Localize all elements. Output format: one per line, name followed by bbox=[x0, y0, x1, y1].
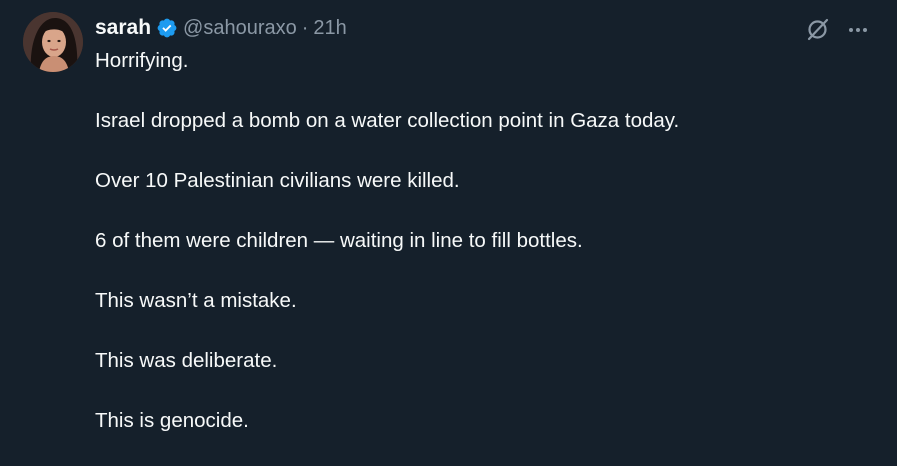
separator-dot: · bbox=[301, 16, 309, 39]
tweet-text: Horrifying. Israel dropped a bomb on a w… bbox=[95, 46, 875, 466]
display-name[interactable]: sarah bbox=[95, 16, 151, 40]
tweet-line: This wasn’t a mistake. bbox=[95, 289, 297, 312]
tweet-line: This was deliberate. bbox=[95, 349, 278, 372]
tweet-line: This is genocide. bbox=[95, 409, 249, 432]
avatar[interactable] bbox=[23, 12, 83, 72]
author-handle[interactable]: @sahouraxo bbox=[183, 17, 297, 40]
verified-badge-icon[interactable] bbox=[156, 17, 178, 39]
timestamp[interactable]: 21h bbox=[313, 17, 346, 40]
tweet-line: 6 of them were children — waiting in lin… bbox=[95, 229, 583, 252]
tweet[interactable]: sarah @sahouraxo · 21h Horrifying. Israe… bbox=[0, 0, 897, 450]
grok-icon[interactable] bbox=[805, 16, 831, 42]
tweet-line: Israel dropped a bomb on a water collect… bbox=[95, 109, 680, 132]
avatar-image bbox=[23, 12, 83, 72]
tweet-line: Horrifying. bbox=[95, 49, 189, 72]
tweet-header: sarah @sahouraxo · 21h bbox=[95, 14, 347, 42]
more-options-icon[interactable] bbox=[846, 18, 870, 42]
tweet-line: Over 10 Palestinian civilians were kille… bbox=[95, 169, 460, 192]
